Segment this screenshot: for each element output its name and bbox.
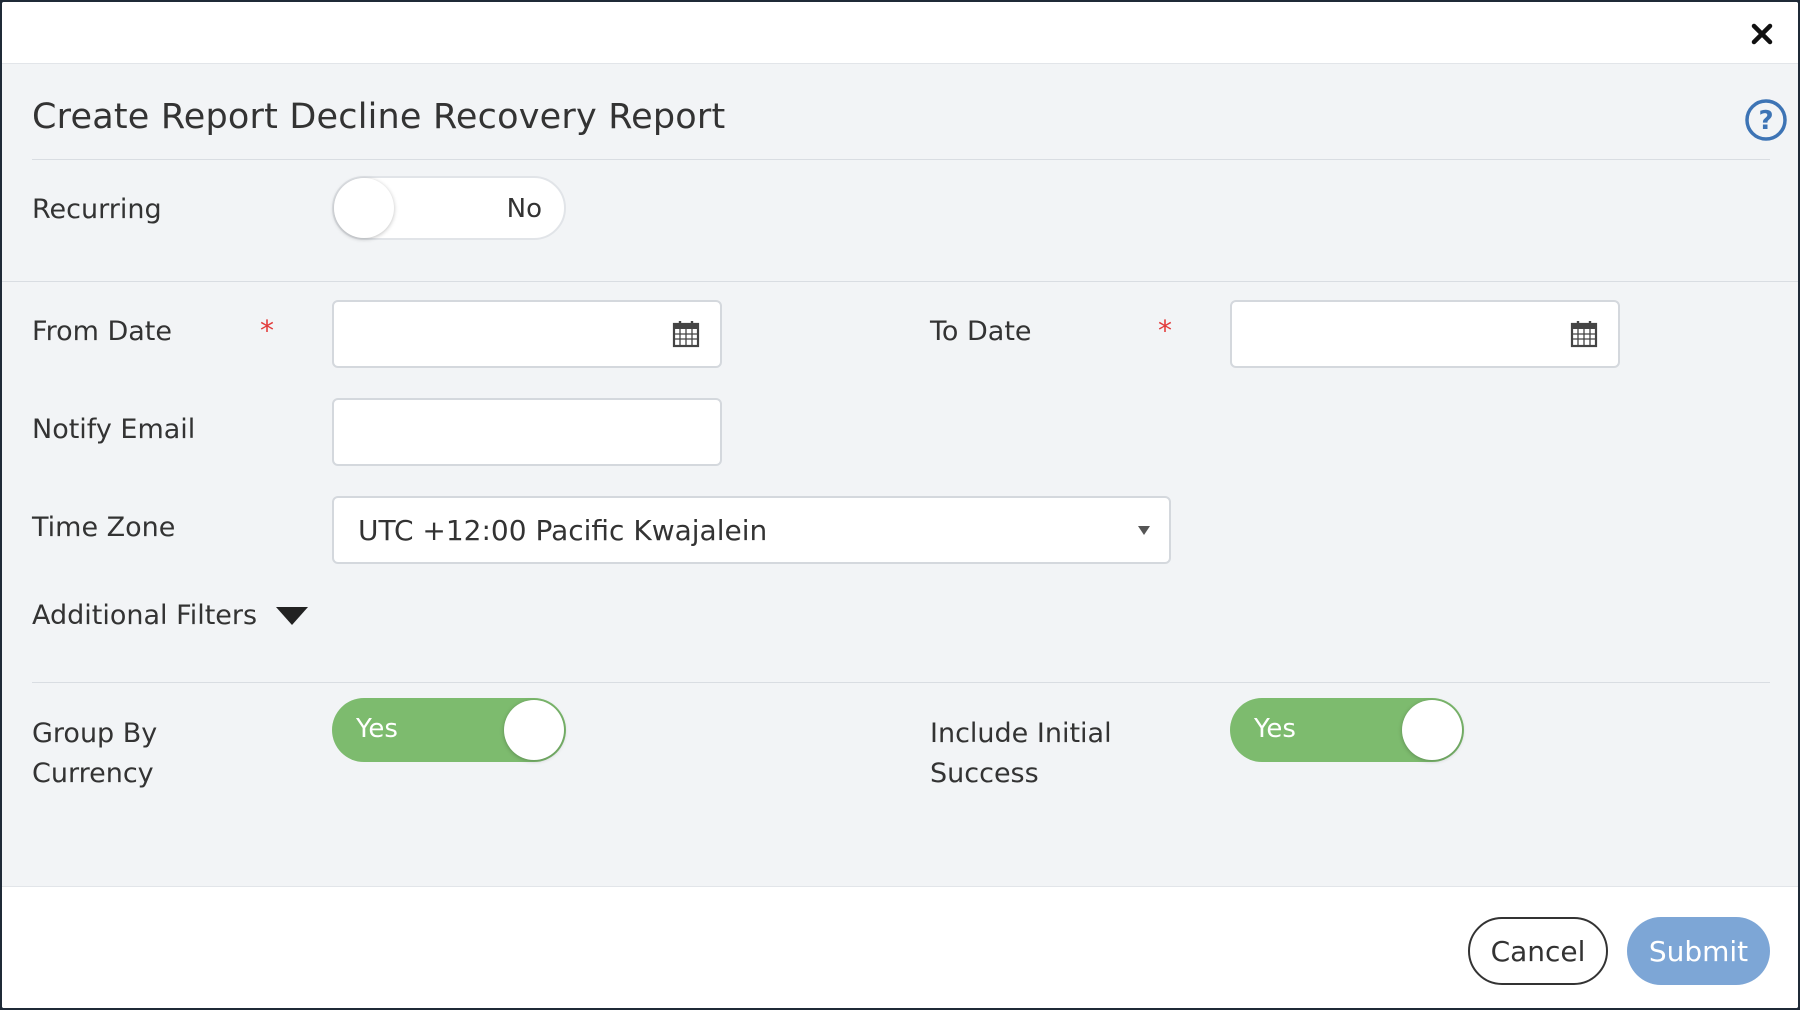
toggle-value: Yes	[356, 714, 398, 744]
notify-email-input[interactable]	[332, 398, 722, 466]
additional-filters-toggle[interactable]: Additional Filters	[32, 596, 309, 636]
to-date-label: To Date	[930, 316, 1032, 347]
include-initial-success-label: Include Initial Success	[930, 714, 1112, 794]
label-line: Group By	[32, 718, 158, 749]
include-initial-success-toggle[interactable]: Yes	[1230, 698, 1464, 762]
report-dialog: Create Report Decline Recovery Report ? …	[2, 2, 1798, 1008]
calendar-icon[interactable]	[672, 320, 700, 348]
help-button[interactable]: ?	[1744, 98, 1788, 146]
dialog-footer: Cancel Submit	[2, 886, 1798, 1008]
time-zone-value: UTC +12:00 Pacific Kwajalein	[358, 513, 768, 547]
triangle-down-icon	[276, 607, 309, 625]
to-date-input[interactable]	[1230, 300, 1620, 368]
dialog-title: Create Report Decline Recovery Report	[32, 97, 726, 137]
close-icon	[1751, 23, 1773, 45]
additional-filters-label: Additional Filters	[32, 600, 258, 631]
required-marker: *	[1158, 314, 1172, 347]
group-by-currency-toggle[interactable]: Yes	[332, 698, 566, 762]
submit-button[interactable]: Submit	[1627, 917, 1770, 985]
time-zone-select[interactable]: UTC +12:00 Pacific Kwajalein	[332, 496, 1171, 564]
from-date-input[interactable]	[332, 300, 722, 368]
calendar-icon[interactable]	[1570, 320, 1598, 348]
group-by-currency-label: Group By Currency	[32, 714, 157, 794]
label-line: Include Initial	[930, 718, 1112, 749]
filters-divider	[32, 682, 1770, 683]
label-line: Success	[930, 758, 1039, 789]
svg-text:?: ?	[1758, 106, 1773, 136]
toggle-knob	[334, 178, 394, 238]
recurring-label: Recurring	[32, 194, 162, 225]
toggle-value: Yes	[1254, 714, 1296, 744]
required-marker: *	[260, 314, 274, 347]
label-line: Currency	[32, 758, 154, 789]
cancel-button[interactable]: Cancel	[1468, 917, 1608, 985]
help-icon: ?	[1745, 99, 1787, 141]
recurring-toggle[interactable]: No	[332, 176, 566, 240]
from-date-label: From Date	[32, 316, 173, 347]
toggle-knob	[504, 700, 564, 760]
toggle-knob	[1402, 700, 1462, 760]
title-divider	[32, 159, 1770, 160]
close-button[interactable]	[1744, 16, 1780, 52]
toggle-value: No	[506, 194, 542, 224]
dialog-topbar	[2, 2, 1798, 64]
notify-email-label: Notify Email	[32, 414, 196, 445]
section-divider	[2, 281, 1798, 282]
time-zone-label: Time Zone	[32, 512, 176, 543]
chevron-down-icon	[1138, 526, 1150, 535]
